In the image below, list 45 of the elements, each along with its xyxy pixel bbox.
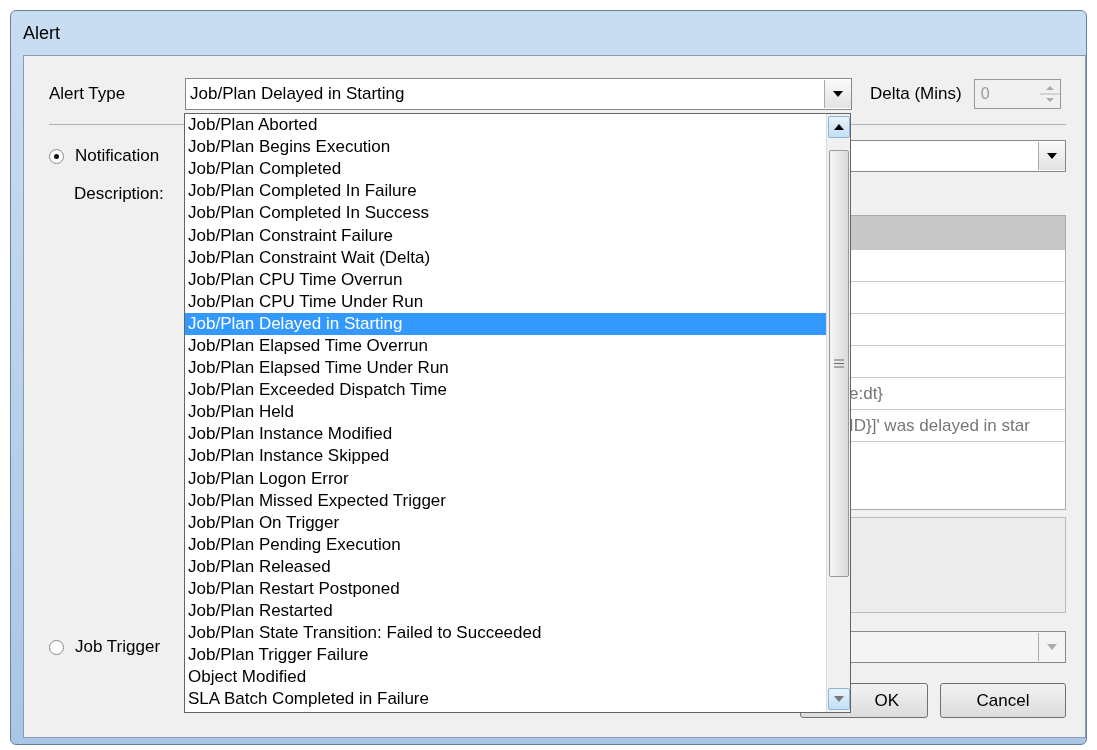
scrollbar[interactable] — [826, 114, 850, 712]
dropdown-option[interactable]: Job/Plan Instance Modified — [185, 423, 826, 446]
dropdown-caret-icon — [1047, 644, 1057, 650]
radio-label: Job Trigger — [75, 637, 161, 657]
dropdown-option[interactable]: Job/Plan Missed Expected Trigger — [185, 489, 826, 512]
dropdown-option[interactable]: Job/Plan Elapsed Time Overrun — [185, 334, 826, 358]
scrollbar-thumb[interactable] — [828, 150, 849, 577]
dropdown-option[interactable]: Job/Plan Constraint Failure — [185, 224, 826, 247]
dropdown-option[interactable]: Job/Plan Pending Execution — [185, 533, 826, 556]
alert-type-label: Alert Type — [49, 84, 127, 104]
dropdown-option[interactable]: Job/Plan CPU Time Under Run — [185, 290, 826, 313]
dropdown-option[interactable]: Job/Plan Restarted — [185, 600, 826, 623]
alert-type-dropdown[interactable]: Job/Plan Delayed in Starting — [185, 78, 852, 110]
dropdown-option[interactable]: Job/Plan Completed — [185, 158, 826, 181]
dropdown-option[interactable]: Job/Plan Completed In Success — [185, 202, 826, 225]
dropdown-option[interactable]: Job/Plan Trigger Failure — [185, 644, 826, 667]
dropdown-option[interactable]: Job/Plan Elapsed Time Under Run — [185, 357, 826, 380]
scroll-up-button[interactable] — [827, 116, 850, 138]
dropdown-option[interactable]: Job/Plan On Trigger — [185, 511, 826, 534]
scroll-down-icon — [833, 696, 844, 702]
window-title: Alert — [23, 22, 60, 44]
dropdown-option[interactable]: Job/Plan Exceeded Dispatch Time — [185, 379, 826, 402]
cancel-button[interactable]: Cancel — [940, 683, 1066, 718]
dropdown-caret-icon — [1047, 153, 1057, 159]
description-label: Description: — [74, 183, 164, 204]
delta-label: Delta (Mins) — [870, 84, 962, 104]
dropdown-option[interactable]: Job/Plan CPU Time Overrun — [185, 268, 826, 291]
grip-icon — [833, 359, 844, 368]
dropdown-option[interactable]: Job/Plan Instance Skipped — [185, 445, 826, 468]
grid-cell-text: ID}]' was delayed in star — [849, 415, 1030, 436]
scroll-down-button[interactable] — [827, 688, 850, 710]
dropdown-option[interactable]: Job/Plan Completed In Failure — [185, 180, 826, 203]
grid-cell-text: e:dt} — [849, 383, 884, 404]
radio-button[interactable] — [49, 639, 64, 655]
dropdown-option[interactable]: Job/Plan Begins Execution — [185, 136, 826, 159]
dropdown-option[interactable]: Job/Plan Held — [185, 401, 826, 424]
dropdown-option[interactable]: Job/Plan Constraint Wait (Delta) — [185, 246, 826, 269]
dropdown-option[interactable]: Job/Plan Released — [185, 555, 826, 578]
radio-label: Notification — [75, 146, 160, 166]
dropdown-option[interactable]: Job/Plan State Transition: Failed to Succeeded — [185, 622, 826, 645]
dropdown-caret-icon — [833, 91, 843, 97]
dropdown-option[interactable]: Job/Plan Aborted — [185, 114, 826, 137]
dropdown-option[interactable]: Job/Plan Logon Error — [185, 467, 826, 490]
radio-button[interactable] — [49, 148, 64, 164]
dropdown-option[interactable]: Job/Plan Restart Postponed — [185, 577, 826, 601]
